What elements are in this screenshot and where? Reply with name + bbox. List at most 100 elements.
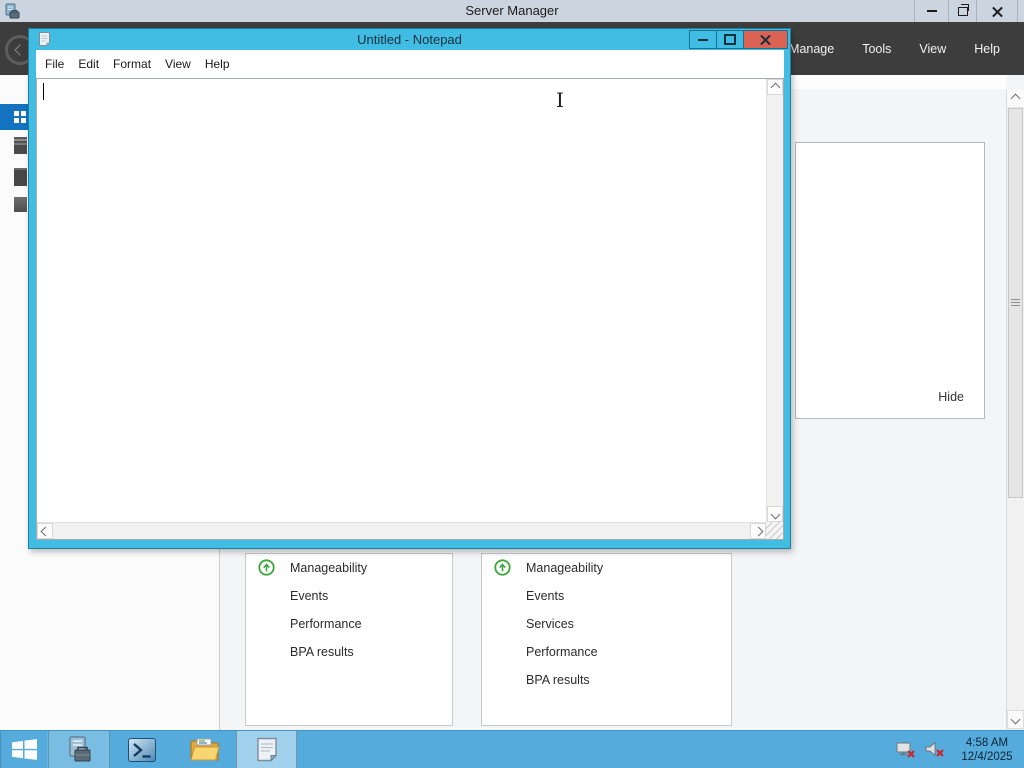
taskbar-notepad-button[interactable] [236, 731, 297, 768]
restore-icon [957, 3, 969, 16]
start-button[interactable] [0, 731, 48, 768]
menu-item-view[interactable]: View [905, 42, 960, 56]
close-icon [992, 6, 1003, 17]
notepad-vertical-scrollbar[interactable] [766, 79, 783, 522]
chevron-left-icon [40, 526, 50, 536]
minimize-button[interactable] [914, 0, 948, 22]
notepad-icon [256, 737, 277, 762]
taskbar-powershell-button[interactable] [110, 731, 173, 768]
server-manager-icon [69, 736, 91, 761]
tile-row-label: Services [526, 617, 574, 631]
dashboard-tile-1: Manageability Events Performance BPA res… [245, 553, 453, 726]
server-manager-caption-buttons [914, 0, 1018, 22]
taskbar: 4:58 AM 12/4/2025 [0, 730, 1024, 768]
tile-row-label: Performance [526, 645, 598, 659]
minimize-icon [926, 10, 937, 12]
chevron-right-icon [753, 526, 763, 536]
tile-row-label: Performance [290, 617, 362, 631]
server-manager-menu: Manage Tools View Help [775, 22, 1014, 75]
tile-1-list: Manageability Events Performance BPA res… [246, 554, 452, 666]
resize-grip[interactable] [766, 522, 783, 539]
audio-status-icon[interactable] [925, 740, 945, 759]
server-manager-titlebar[interactable]: Server Manager [0, 0, 1024, 22]
tile-2-manageability[interactable]: Manageability [482, 554, 731, 582]
notepad-menu-edit[interactable]: Edit [71, 57, 106, 71]
notepad-window-title: Untitled - Notepad [357, 32, 462, 47]
back-arrow-icon [14, 44, 26, 56]
clock-time: 4:58 AM [965, 736, 1009, 749]
text-caret [43, 83, 44, 100]
notepad-menubar: File Edit Format View Help [36, 50, 784, 78]
scroll-left-button[interactable] [37, 523, 53, 539]
notepad-minimize-button[interactable] [689, 30, 717, 49]
page-scrollbar[interactable] [1006, 90, 1024, 730]
dashboard-tile-2: Manageability Events Services Performanc… [481, 553, 732, 726]
chevron-up-icon [770, 82, 780, 92]
notepad-window: Untitled - Notepad File Edit Format View… [28, 28, 791, 549]
tile-row-label: BPA results [290, 645, 354, 659]
tile-1-events[interactable]: Events [246, 582, 452, 610]
status-up-icon [494, 559, 511, 576]
tile-row-label: BPA results [526, 673, 590, 687]
scroll-up-button[interactable] [767, 79, 783, 95]
notepad-menu-file[interactable]: File [38, 57, 71, 71]
system-tray: 4:58 AM 12/4/2025 [896, 731, 1020, 768]
tile-row-label: Manageability [290, 561, 368, 575]
dashboard-grid-icon [14, 111, 27, 124]
tile-2-list: Manageability Events Services Performanc… [482, 554, 731, 694]
notepad-titlebar[interactable]: Untitled - Notepad [29, 29, 790, 50]
file-explorer-icon [189, 738, 220, 761]
tile-2-performance[interactable]: Performance [482, 638, 731, 666]
notepad-menu-format[interactable]: Format [106, 57, 158, 71]
windows-logo-icon [11, 739, 37, 760]
notepad-editor-region [36, 78, 784, 540]
maximize-icon [724, 34, 736, 45]
thumb-grip-icon [1011, 299, 1020, 307]
notification-flyout-panel: Hide [795, 142, 985, 419]
close-icon [760, 34, 771, 45]
chevron-down-icon [770, 509, 780, 519]
speaker-muted-icon [925, 740, 944, 757]
taskbar-file-explorer-button[interactable] [173, 731, 236, 768]
scroll-down-button[interactable] [767, 506, 783, 522]
menu-item-help[interactable]: Help [960, 42, 1014, 56]
sidebar-item-icon[interactable] [14, 168, 27, 186]
network-status-icon[interactable] [896, 741, 916, 759]
close-button[interactable] [976, 0, 1018, 22]
tile-1-bpa-results[interactable]: BPA results [246, 638, 452, 666]
ibeam-cursor: I [556, 88, 564, 112]
tile-row-label: Events [290, 589, 329, 603]
tile-2-services[interactable]: Services [482, 610, 731, 638]
notepad-caption-buttons [689, 30, 788, 49]
sidebar-item-icon[interactable] [14, 137, 27, 154]
tile-1-performance[interactable]: Performance [246, 610, 452, 638]
taskbar-clock[interactable]: 4:58 AM 12/4/2025 [954, 736, 1020, 764]
taskbar-server-manager-button[interactable] [48, 731, 110, 768]
status-up-icon [258, 559, 275, 576]
restore-button[interactable] [948, 0, 976, 22]
tile-row-label: Events [526, 589, 565, 603]
scrollbar-thumb[interactable] [1008, 108, 1023, 498]
tile-1-manageability[interactable]: Manageability [246, 554, 452, 582]
network-disconnected-icon [896, 742, 915, 758]
scroll-down-button[interactable] [1007, 710, 1024, 729]
scroll-right-button[interactable] [750, 523, 766, 539]
notepad-text-area[interactable] [37, 79, 766, 522]
notepad-horizontal-scrollbar[interactable] [37, 522, 766, 539]
notepad-maximize-button[interactable] [716, 30, 744, 49]
server-manager-window-title: Server Manager [465, 3, 559, 18]
hide-link[interactable]: Hide [938, 390, 964, 404]
tile-2-bpa-results[interactable]: BPA results [482, 666, 731, 694]
notepad-menu-help[interactable]: Help [198, 57, 237, 71]
chevron-down-icon [1010, 714, 1021, 725]
minimize-icon [698, 38, 708, 41]
clock-date: 12/4/2025 [961, 750, 1013, 763]
notepad-close-button[interactable] [743, 30, 788, 49]
chevron-up-icon [1010, 93, 1021, 104]
menu-item-tools[interactable]: Tools [848, 42, 905, 56]
sidebar-item-icon[interactable] [14, 197, 27, 212]
scroll-up-button[interactable] [1007, 90, 1024, 108]
tile-2-events[interactable]: Events [482, 582, 731, 610]
notepad-menu-view[interactable]: View [158, 57, 198, 71]
tile-row-label: Manageability [526, 561, 604, 575]
